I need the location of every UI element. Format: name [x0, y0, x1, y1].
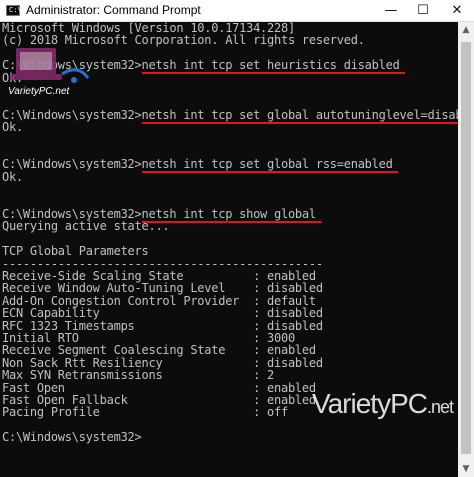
output-line: TCP Global Parameters — [2, 244, 149, 259]
watermark-text: VarietyPC.net — [312, 388, 454, 420]
scrollbar-thumb[interactable] — [461, 42, 471, 454]
output-line: Receive-Side Scaling State : enabled — [2, 269, 316, 283]
output-line: Fast Open : enabled — [2, 380, 316, 395]
close-button[interactable]: ✕ — [440, 0, 474, 21]
output-line: Querying active state... — [2, 219, 170, 234]
output-line: Receive Window Auto-Tuning Level : disab… — [2, 281, 323, 296]
title-bar[interactable]: C:\ Administrator: Command Prompt — ☐ ✕ — [0, 0, 474, 22]
command-prompt-icon: C:\ — [6, 5, 22, 16]
command-prompt-window: C:\ Administrator: Command Prompt — ☐ ✕ … — [0, 0, 474, 477]
icon-label: C:\ — [9, 6, 22, 14]
output-line: Initial RTO : 3000 — [2, 331, 295, 345]
minimize-button[interactable]: — — [374, 0, 408, 21]
output-line: Microsoft Windows [Version 10.0.17134.22… — [2, 22, 295, 35]
varietypc-small-logo: VarietyPC.net — [4, 40, 92, 98]
vertical-scrollbar[interactable]: ▲ ▼ — [458, 22, 474, 477]
output-line: ----------------------------------------… — [2, 256, 323, 271]
scroll-up-arrow-icon[interactable]: ▲ — [458, 22, 474, 38]
small-logo-text: VarietyPC.net — [8, 86, 70, 97]
command-highlight-underline — [142, 60, 405, 75]
output-line: Add-On Congestion Control Provider : def… — [2, 293, 316, 308]
output-line: RFC 1323 Timestamps : disabled — [2, 318, 323, 333]
command-highlight-underline — [142, 110, 458, 124]
output-line: Ok. — [2, 169, 23, 184]
varietypc-watermark: VarietyPC.net — [306, 384, 470, 432]
maximize-button[interactable]: ☐ — [406, 0, 440, 21]
output-line: Pacing Profile : off — [2, 405, 288, 420]
window-title: Administrator: Command Prompt — [26, 3, 201, 17]
watermark-main: VarietyPC — [312, 388, 428, 419]
command-highlight-underline — [142, 159, 398, 174]
output-line: Max SYN Retransmissions : 2 — [2, 368, 275, 383]
output-line: ECN Capability : disabled — [2, 306, 323, 321]
output-line: Non Sack Rtt Resiliency : disabled — [2, 355, 323, 370]
command-line: C:\Windows\system32> — [2, 430, 142, 445]
scroll-down-arrow-icon[interactable]: ▼ — [458, 461, 474, 477]
output-line: Receive Segment Coalescing State : enabl… — [2, 343, 316, 358]
watermark-suffix: .net — [426, 397, 454, 417]
output-line: Fast Open Fallback : enabled — [2, 393, 316, 407]
output-line: Ok. — [2, 120, 23, 135]
